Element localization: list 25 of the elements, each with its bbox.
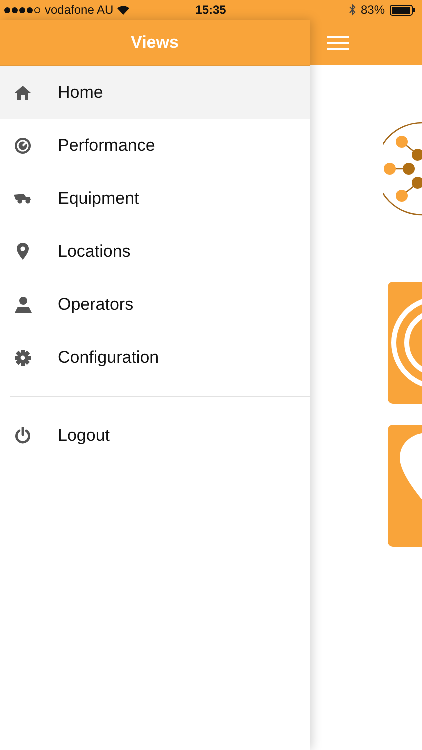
truck-icon (14, 194, 32, 204)
carrier-name: vodafone AU (45, 3, 114, 17)
location-pin-icon (17, 243, 29, 260)
signal-icon (4, 6, 42, 14)
power-icon (15, 427, 31, 444)
wifi-icon (116, 5, 130, 15)
menu-item[interactable]: Logout (0, 409, 310, 462)
battery-percent: 83% (360, 3, 385, 17)
menu-item[interactable]: Equipment (0, 172, 310, 225)
menu-item[interactable]: Locations (0, 225, 310, 278)
person-icon (14, 296, 32, 312)
battery-icon (390, 4, 416, 16)
settings-icon (15, 350, 31, 366)
gauge-icon (15, 138, 31, 154)
home-icon (15, 86, 31, 100)
menu-button[interactable] (327, 36, 349, 50)
menu-item[interactable]: Home (0, 66, 310, 119)
menu-item[interactable]: Performance (0, 119, 310, 172)
menu-item[interactable]: Configuration (0, 331, 310, 384)
location-tile[interactable] (388, 425, 422, 547)
bluetooth-icon (348, 4, 356, 16)
radar-tile[interactable] (388, 282, 422, 404)
drawer-title: Views (131, 32, 179, 52)
clock-time: 15:35 (196, 3, 226, 17)
menu-item[interactable]: Operators (0, 278, 310, 331)
